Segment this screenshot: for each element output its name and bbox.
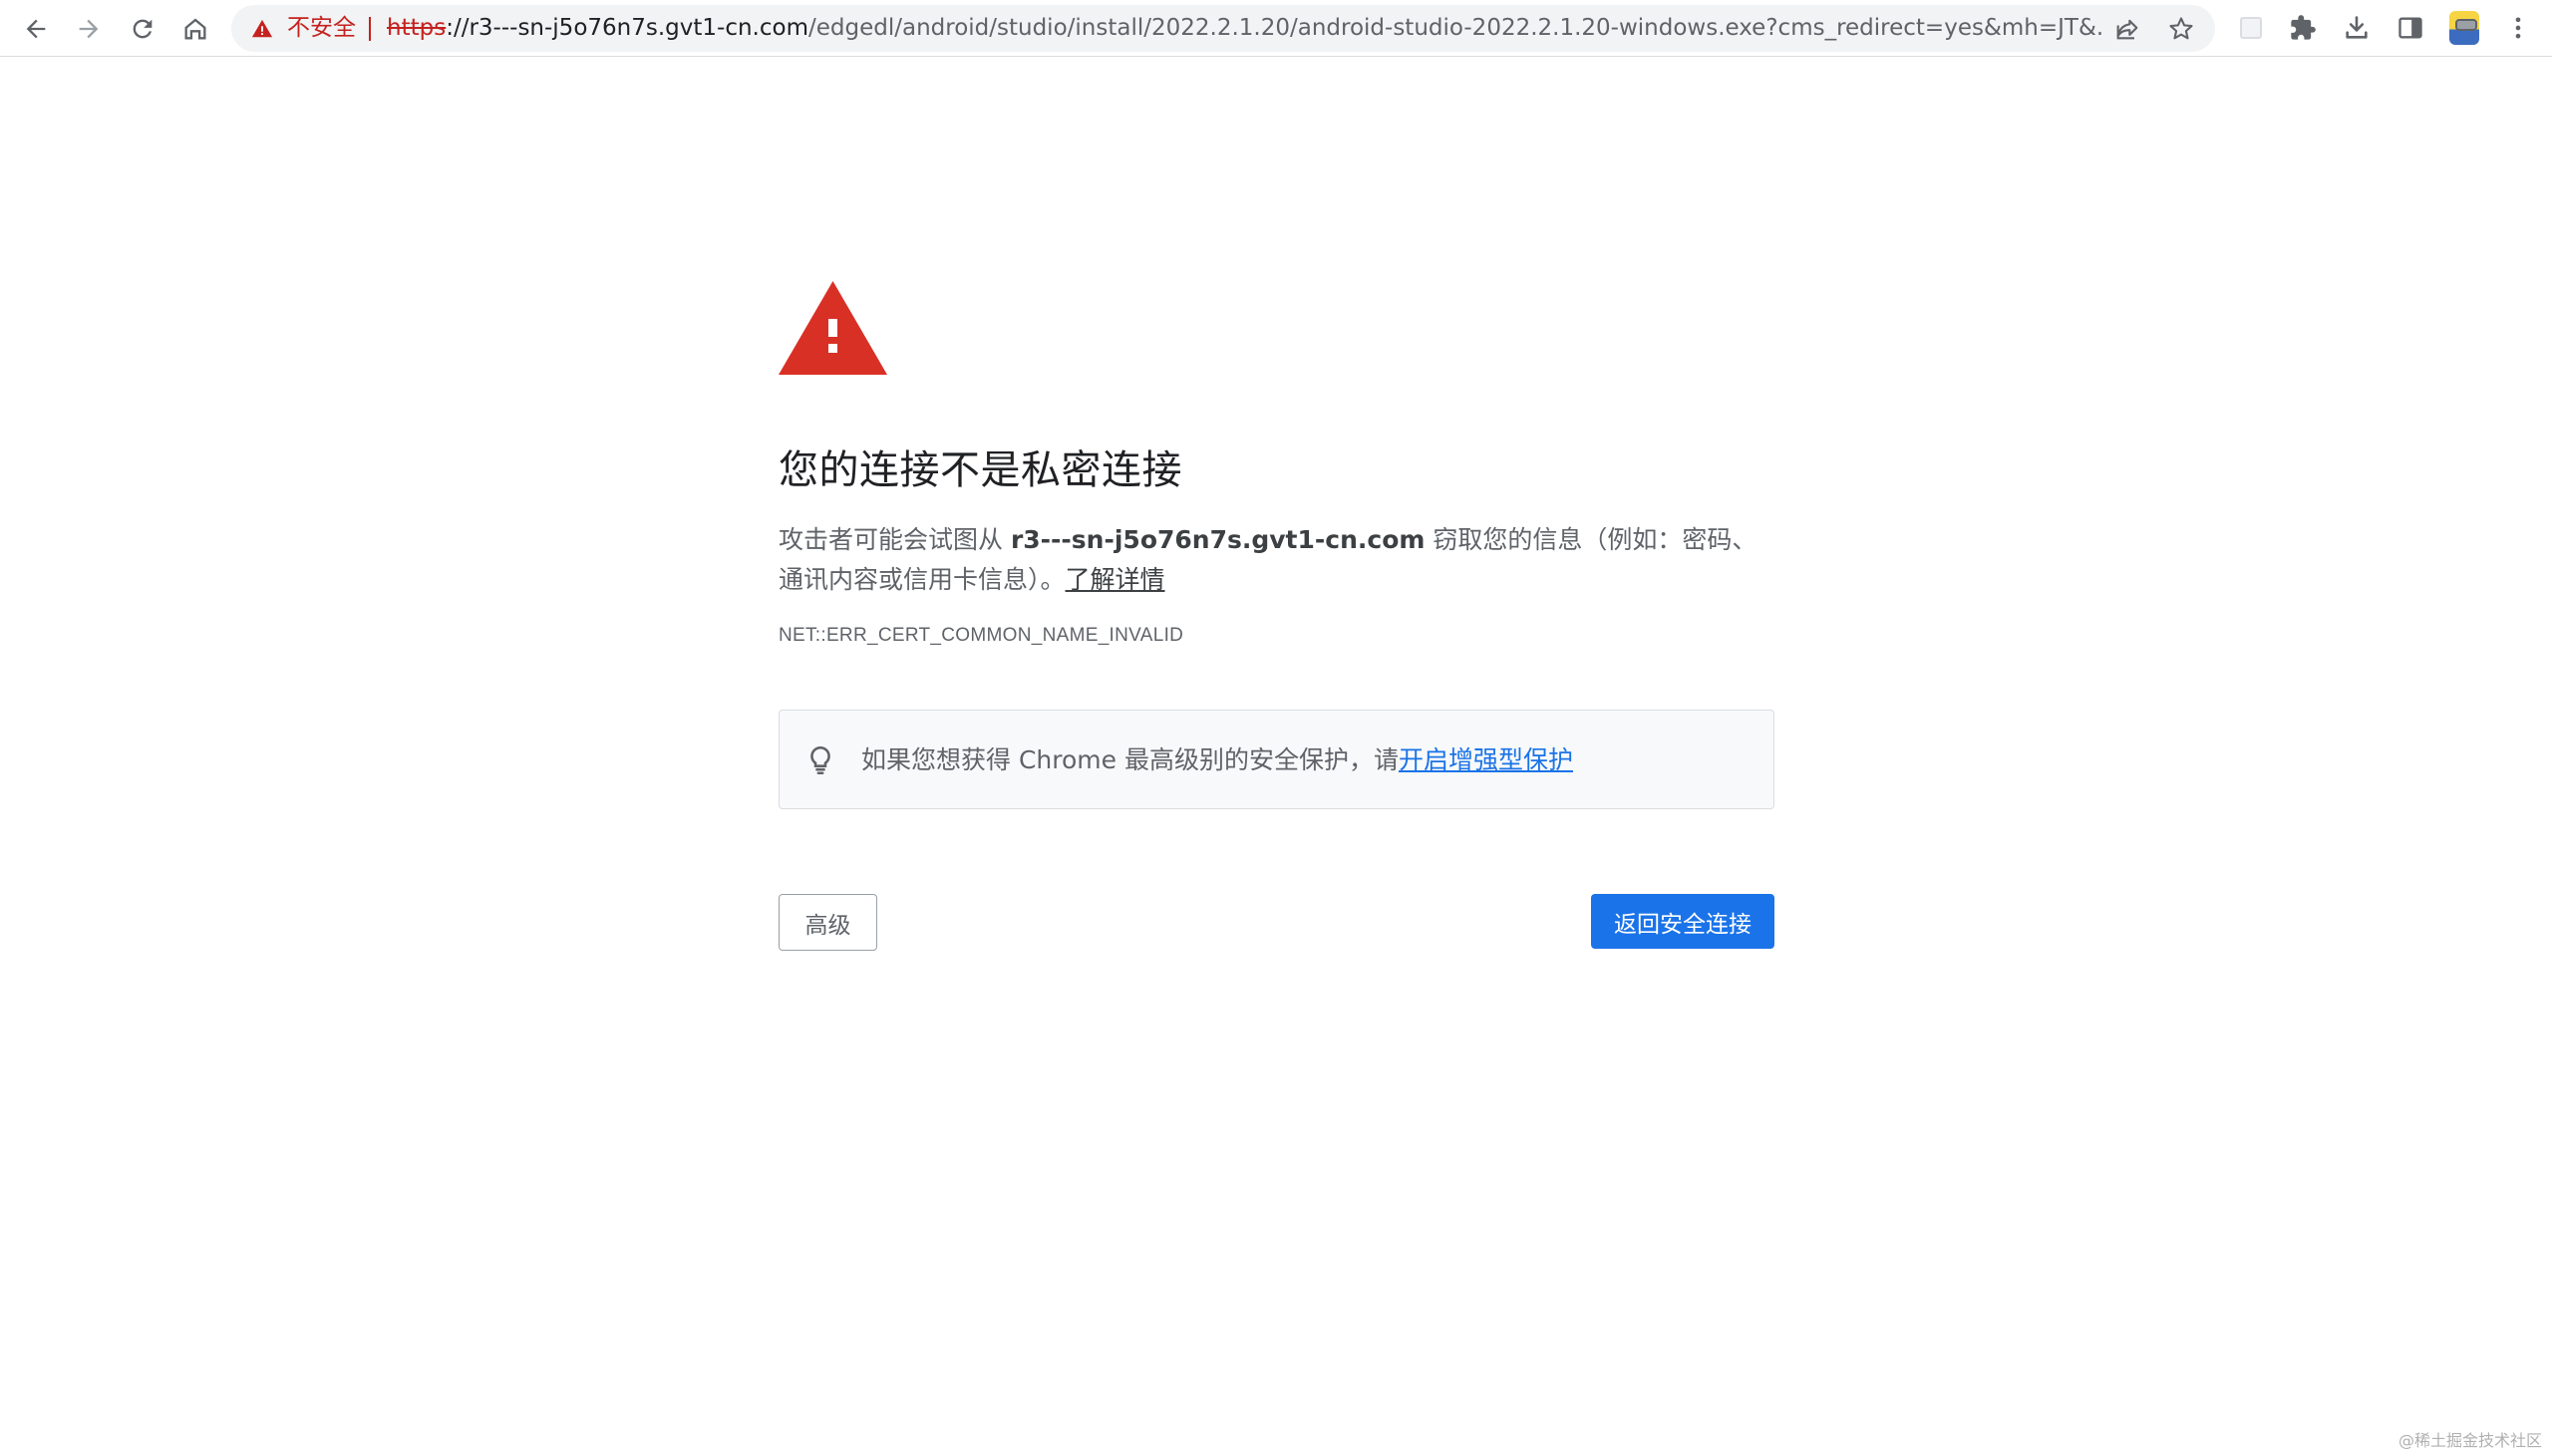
url-scheme: https [387,15,447,41]
warning-icon[interactable] [251,18,273,40]
address-bar[interactable]: 不安全 https://r3---sn-j5o76n7s.gvt1-cn.com… [231,5,2215,52]
lightbulb-icon [810,745,830,775]
browser-toolbar: 不安全 https://r3---sn-j5o76n7s.gvt1-cn.com… [0,0,2552,57]
menu-button[interactable] [2502,12,2534,44]
promo-text: 如果您想获得 Chrome 最高级别的安全保护，请开启增强型保护 [861,711,1573,810]
avatar [2449,11,2479,45]
desc-hostname: r3---sn-j5o76n7s.gvt1-cn.com [1010,525,1426,554]
url-path: /edgedl/android/studio/install/2022.2.1.… [807,15,2101,41]
url-host: ://r3---sn-j5o76n7s.gvt1-cn.com [446,15,808,41]
promo-message: 如果您想获得 Chrome 最高级别的安全保护，请 [861,745,1399,774]
download-icon [2346,16,2368,39]
arrow-left-icon [26,19,46,39]
enhanced-protection-promo: 如果您想获得 Chrome 最高级别的安全保护，请开启增强型保护 [779,710,1774,809]
side-panel-icon [2398,17,2422,39]
warning-triangle-icon [779,281,887,375]
url-text[interactable]: https://r3---sn-j5o76n7s.gvt1-cn.com/edg… [387,5,2101,52]
error-code: NET::ERR_CERT_COMMON_NAME_INVALID [779,625,1184,646]
extensions-button[interactable] [2287,12,2319,44]
security-divider [369,17,371,41]
reload-icon [133,19,153,39]
reload-button[interactable] [122,8,163,50]
extension-placeholder[interactable] [2235,12,2267,44]
back-to-safety-button[interactable]: 返回安全连接 [1591,894,1774,949]
desc-text-before: 攻击者可能会试图从 [779,525,1011,554]
enhanced-protection-link[interactable]: 开启增强型保护 [1399,745,1573,774]
arrow-right-icon [79,19,99,39]
learn-more-link[interactable]: 了解详情 [1066,565,1165,594]
side-panel-button[interactable] [2394,12,2426,44]
back-button[interactable] [15,8,57,50]
not-secure-label[interactable]: 不安全 [287,5,356,52]
puzzle-icon [2291,15,2316,40]
blank-extension-icon [2240,17,2262,39]
star-icon[interactable] [2167,15,2195,43]
home-icon [184,18,206,40]
more-vert-icon [2515,17,2521,39]
share-icon[interactable] [2113,15,2141,43]
watermark: @稀土掘金技术社区 [2397,1431,2542,1450]
forward-button[interactable] [68,8,110,50]
error-description: 攻击者可能会试图从 r3---sn-j5o76n7s.gvt1-cn.com 窃… [779,520,1774,600]
home-button[interactable] [174,8,216,50]
advanced-button[interactable]: 高级 [779,894,877,951]
page-title: 您的连接不是私密连接 [779,447,1182,493]
downloads-button[interactable] [2341,12,2373,44]
profile-button[interactable] [2448,11,2480,45]
